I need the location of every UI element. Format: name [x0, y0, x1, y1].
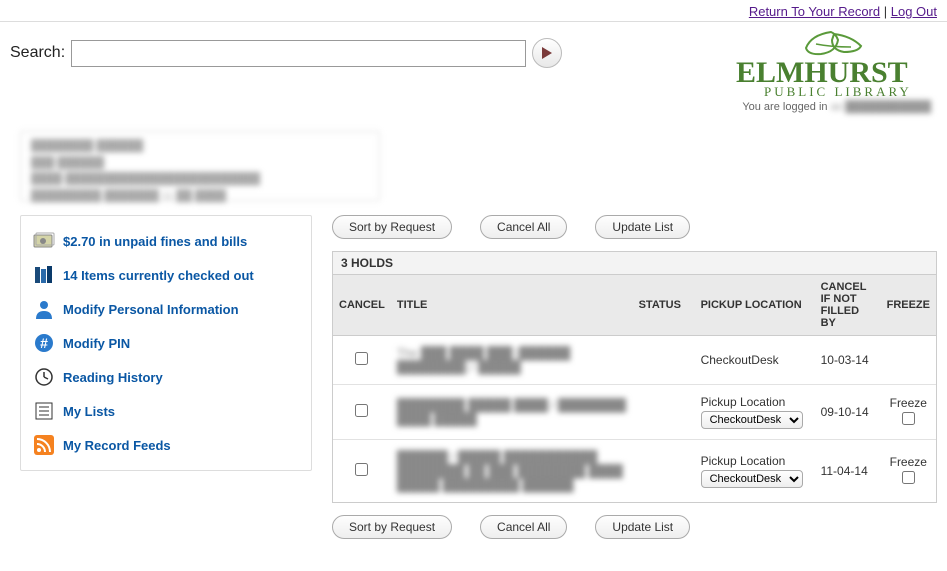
- sidebar-item-checked-out[interactable]: 14 Items currently checked out: [31, 258, 301, 292]
- sidebar-item-fines[interactable]: $2.70 in unpaid fines and bills: [31, 224, 301, 258]
- hold-status: [633, 336, 695, 385]
- rss-icon: [33, 434, 55, 456]
- pickup-location-label: Pickup Location: [701, 395, 809, 409]
- sidebar-item-my-lists[interactable]: My Lists: [31, 394, 301, 428]
- freeze-cell: [881, 336, 936, 385]
- cancel-by-date: 09-10-14: [815, 385, 881, 440]
- play-icon: [541, 46, 553, 60]
- svg-text:#: #: [40, 335, 48, 351]
- logout-link[interactable]: Log Out: [891, 4, 937, 19]
- col-cancel-by: CANCEL IF NOT FILLED BY: [815, 275, 881, 336]
- holds-table: CANCEL TITLE STATUS PICKUP LOCATION CANC…: [333, 275, 936, 502]
- list-icon: [33, 400, 55, 422]
- books-icon: [33, 264, 55, 286]
- freeze-cell: Freeze: [881, 385, 936, 440]
- top-button-row: Sort by Request Cancel All Update List: [332, 215, 937, 239]
- return-to-record-link[interactable]: Return To Your Record: [749, 4, 880, 19]
- logged-in-status: You are logged in as ███████████: [736, 101, 931, 113]
- sidebar-item-personal-info[interactable]: Modify Personal Information: [31, 292, 301, 326]
- holds-table-container: 3 HOLDS CANCEL TITLE STATUS PICKUP LOCAT…: [332, 251, 937, 503]
- sidebar-item-label: 14 Items currently checked out: [63, 268, 254, 283]
- holds-content: Sort by Request Cancel All Update List 3…: [332, 215, 937, 551]
- hold-title: ██████ / █████ ███████████ ████████ ██ █…: [397, 450, 623, 492]
- update-list-button[interactable]: Update List: [595, 215, 690, 239]
- library-logo: ELMHURST PUBLIC LIBRARY You are logged i…: [736, 30, 937, 113]
- table-row: The ███ ████ ███ [██████ ████████] / ███…: [333, 336, 936, 385]
- col-status: STATUS: [633, 275, 695, 336]
- table-row: ████████ █████ ████ / ████████ ████ ████…: [333, 385, 936, 440]
- hold-status: [633, 440, 695, 503]
- col-pickup: PICKUP LOCATION: [695, 275, 815, 336]
- money-icon: [33, 230, 55, 252]
- cancel-checkbox[interactable]: [355, 352, 368, 365]
- hold-status: [633, 385, 695, 440]
- pickup-cell: CheckoutDesk: [695, 336, 815, 385]
- sort-by-request-button[interactable]: Sort by Request: [332, 515, 452, 539]
- cancel-by-date: 10-03-14: [815, 336, 881, 385]
- sidebar-item-label: Reading History: [63, 370, 163, 385]
- col-title: TITLE: [391, 275, 633, 336]
- freeze-cell: Freeze: [881, 440, 936, 503]
- cancel-checkbox[interactable]: [355, 404, 368, 417]
- table-row: ██████ / █████ ███████████ ████████ ██ █…: [333, 440, 936, 503]
- clock-icon: [33, 366, 55, 388]
- top-links-bar: Return To Your Record | Log Out: [0, 0, 947, 22]
- search-area: Search:: [10, 30, 562, 68]
- pickup-cell: Pickup Location CheckoutDesk: [695, 440, 815, 503]
- sidebar-item-label: My Record Feeds: [63, 438, 171, 453]
- user-info-box: ████████ ██████ ███ ██████ ████ ████████…: [20, 131, 380, 201]
- search-button[interactable]: [532, 38, 562, 68]
- freeze-checkbox[interactable]: [902, 471, 915, 484]
- separator: |: [880, 4, 891, 19]
- pickup-location-label: Pickup Location: [701, 454, 809, 468]
- cancel-checkbox[interactable]: [355, 463, 368, 476]
- col-cancel: CANCEL: [333, 275, 391, 336]
- cancel-by-date: 11-04-14: [815, 440, 881, 503]
- elmhurst-logo-icon: ELMHURST PUBLIC LIBRARY: [736, 30, 931, 100]
- pickup-location-select[interactable]: CheckoutDesk: [701, 470, 803, 488]
- holds-heading: 3 HOLDS: [333, 252, 936, 275]
- cancel-all-button[interactable]: Cancel All: [480, 515, 567, 539]
- search-label: Search:: [10, 44, 65, 62]
- freeze-label: Freeze: [887, 455, 930, 469]
- bottom-button-row: Sort by Request Cancel All Update List: [332, 515, 937, 539]
- sidebar-item-record-feeds[interactable]: My Record Feeds: [31, 428, 301, 462]
- freeze-checkbox[interactable]: [902, 412, 915, 425]
- svg-text:PUBLIC LIBRARY: PUBLIC LIBRARY: [764, 84, 912, 99]
- search-input[interactable]: [71, 40, 526, 67]
- col-freeze: FREEZE: [881, 275, 936, 336]
- freeze-label: Freeze: [887, 396, 930, 410]
- sidebar-item-modify-pin[interactable]: # Modify PIN: [31, 326, 301, 360]
- sidebar-item-reading-history[interactable]: Reading History: [31, 360, 301, 394]
- hold-title: ████████ █████ ████ / ████████ ████ ████…: [397, 398, 626, 426]
- hash-icon: #: [33, 332, 55, 354]
- sidebar-item-label: Modify PIN: [63, 336, 130, 351]
- sidebar-item-label: Modify Personal Information: [63, 302, 239, 317]
- pickup-location-select[interactable]: CheckoutDesk: [701, 411, 803, 429]
- update-list-button[interactable]: Update List: [595, 515, 690, 539]
- cancel-all-button[interactable]: Cancel All: [480, 215, 567, 239]
- account-sidebar: $2.70 in unpaid fines and bills 14 Items…: [20, 215, 312, 471]
- sidebar-item-label: My Lists: [63, 404, 115, 419]
- sort-by-request-button[interactable]: Sort by Request: [332, 215, 452, 239]
- person-icon: [33, 298, 55, 320]
- pickup-cell: Pickup Location CheckoutDesk: [695, 385, 815, 440]
- sidebar-item-label: $2.70 in unpaid fines and bills: [63, 234, 247, 249]
- hold-title: The ███ ████ ███ [██████ ████████] / ███…: [397, 346, 570, 374]
